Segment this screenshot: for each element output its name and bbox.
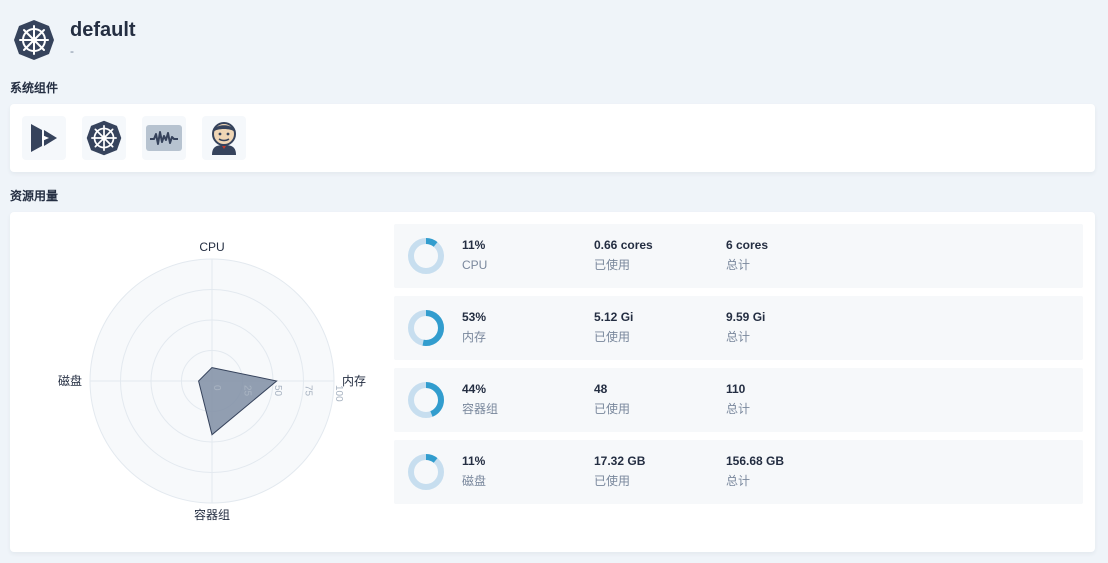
radar-axis-label: 磁盘 xyxy=(58,373,82,388)
metric-used-label: 已使用 xyxy=(594,258,631,272)
metrics-list: 11% CPU 0.66 cores 已使用 6 cores 总计 53% 内存… xyxy=(394,224,1083,512)
page-title: default xyxy=(70,19,136,41)
usage-donut xyxy=(408,310,444,346)
section-title-components: 系统组件 xyxy=(10,81,59,95)
metric-total-label: 总计 xyxy=(726,474,751,488)
donut-track xyxy=(408,454,444,490)
components-card xyxy=(10,104,1095,172)
radar-axis-label: CPU xyxy=(199,240,224,254)
kubernetes-icon[interactable] xyxy=(82,116,126,160)
resource-radar-chart: 0 25 50 75 100 CPU 内存 容器组 磁盘 xyxy=(50,232,380,542)
metric-percent: 11% xyxy=(462,454,486,468)
metric-total-value: 156.68 GB xyxy=(726,454,785,468)
usage-donut xyxy=(408,382,444,418)
metric-total-label: 总计 xyxy=(726,258,751,272)
metric-row-memory: 53% 内存 5.12 Gi 已使用 9.59 Gi 总计 xyxy=(394,296,1083,360)
kubernetes-helm-icon xyxy=(12,18,56,62)
usage-donut xyxy=(408,454,444,490)
metric-percent: 11% xyxy=(462,238,486,252)
monitoring-waveform-icon[interactable] xyxy=(142,116,186,160)
radar-axis-label: 内存 xyxy=(342,374,366,388)
radar-tick-label: 50 xyxy=(272,385,283,397)
page-description: - xyxy=(70,44,74,58)
donut-track xyxy=(408,238,444,274)
metric-row-pods: 44% 容器组 48 已使用 110 总计 xyxy=(394,368,1083,432)
metric-used-value: 5.12 Gi xyxy=(594,310,634,324)
metric-used-label: 已使用 xyxy=(594,402,631,416)
metric-percent: 53% xyxy=(462,310,487,324)
metric-total-label: 总计 xyxy=(726,330,751,344)
metric-used-value: 0.66 cores xyxy=(594,238,653,252)
metric-used-value: 48 xyxy=(594,382,608,396)
metric-total-value: 9.59 Gi xyxy=(726,310,766,324)
usage-donut xyxy=(408,238,444,274)
radar-axis-label: 容器组 xyxy=(194,507,230,522)
metric-total-value: 6 cores xyxy=(726,238,769,252)
metric-used-value: 17.32 GB xyxy=(594,454,646,468)
radar-tick-label: 75 xyxy=(303,385,314,397)
resources-card: 0 25 50 75 100 CPU 内存 容器组 磁盘 11% CPU 0.66 cores … xyxy=(10,212,1095,552)
metric-row-cpu: 11% CPU 0.66 cores 已使用 6 cores 总计 xyxy=(394,224,1083,288)
radar-tick-label: 25 xyxy=(242,385,253,397)
metric-used-label: 已使用 xyxy=(594,330,631,344)
metric-name: CPU xyxy=(462,258,488,272)
metric-total-label: 总计 xyxy=(726,402,751,416)
section-title-resources: 资源用量 xyxy=(10,189,59,203)
metric-percent: 44% xyxy=(462,382,487,396)
kubesphere-icon[interactable] xyxy=(22,116,66,160)
metric-used-label: 已使用 xyxy=(594,474,631,488)
metric-row-disk: 11% 磁盘 17.32 GB 已使用 156.68 GB 总计 xyxy=(394,440,1083,504)
metric-name: 内存 xyxy=(462,330,487,344)
metric-total-value: 110 xyxy=(726,382,746,396)
page-header: default - xyxy=(12,18,136,62)
radar-tick-label: 0 xyxy=(211,385,222,391)
metric-name: 容器组 xyxy=(462,402,499,416)
jenkins-icon[interactable] xyxy=(202,116,246,160)
metric-name: 磁盘 xyxy=(462,474,487,488)
